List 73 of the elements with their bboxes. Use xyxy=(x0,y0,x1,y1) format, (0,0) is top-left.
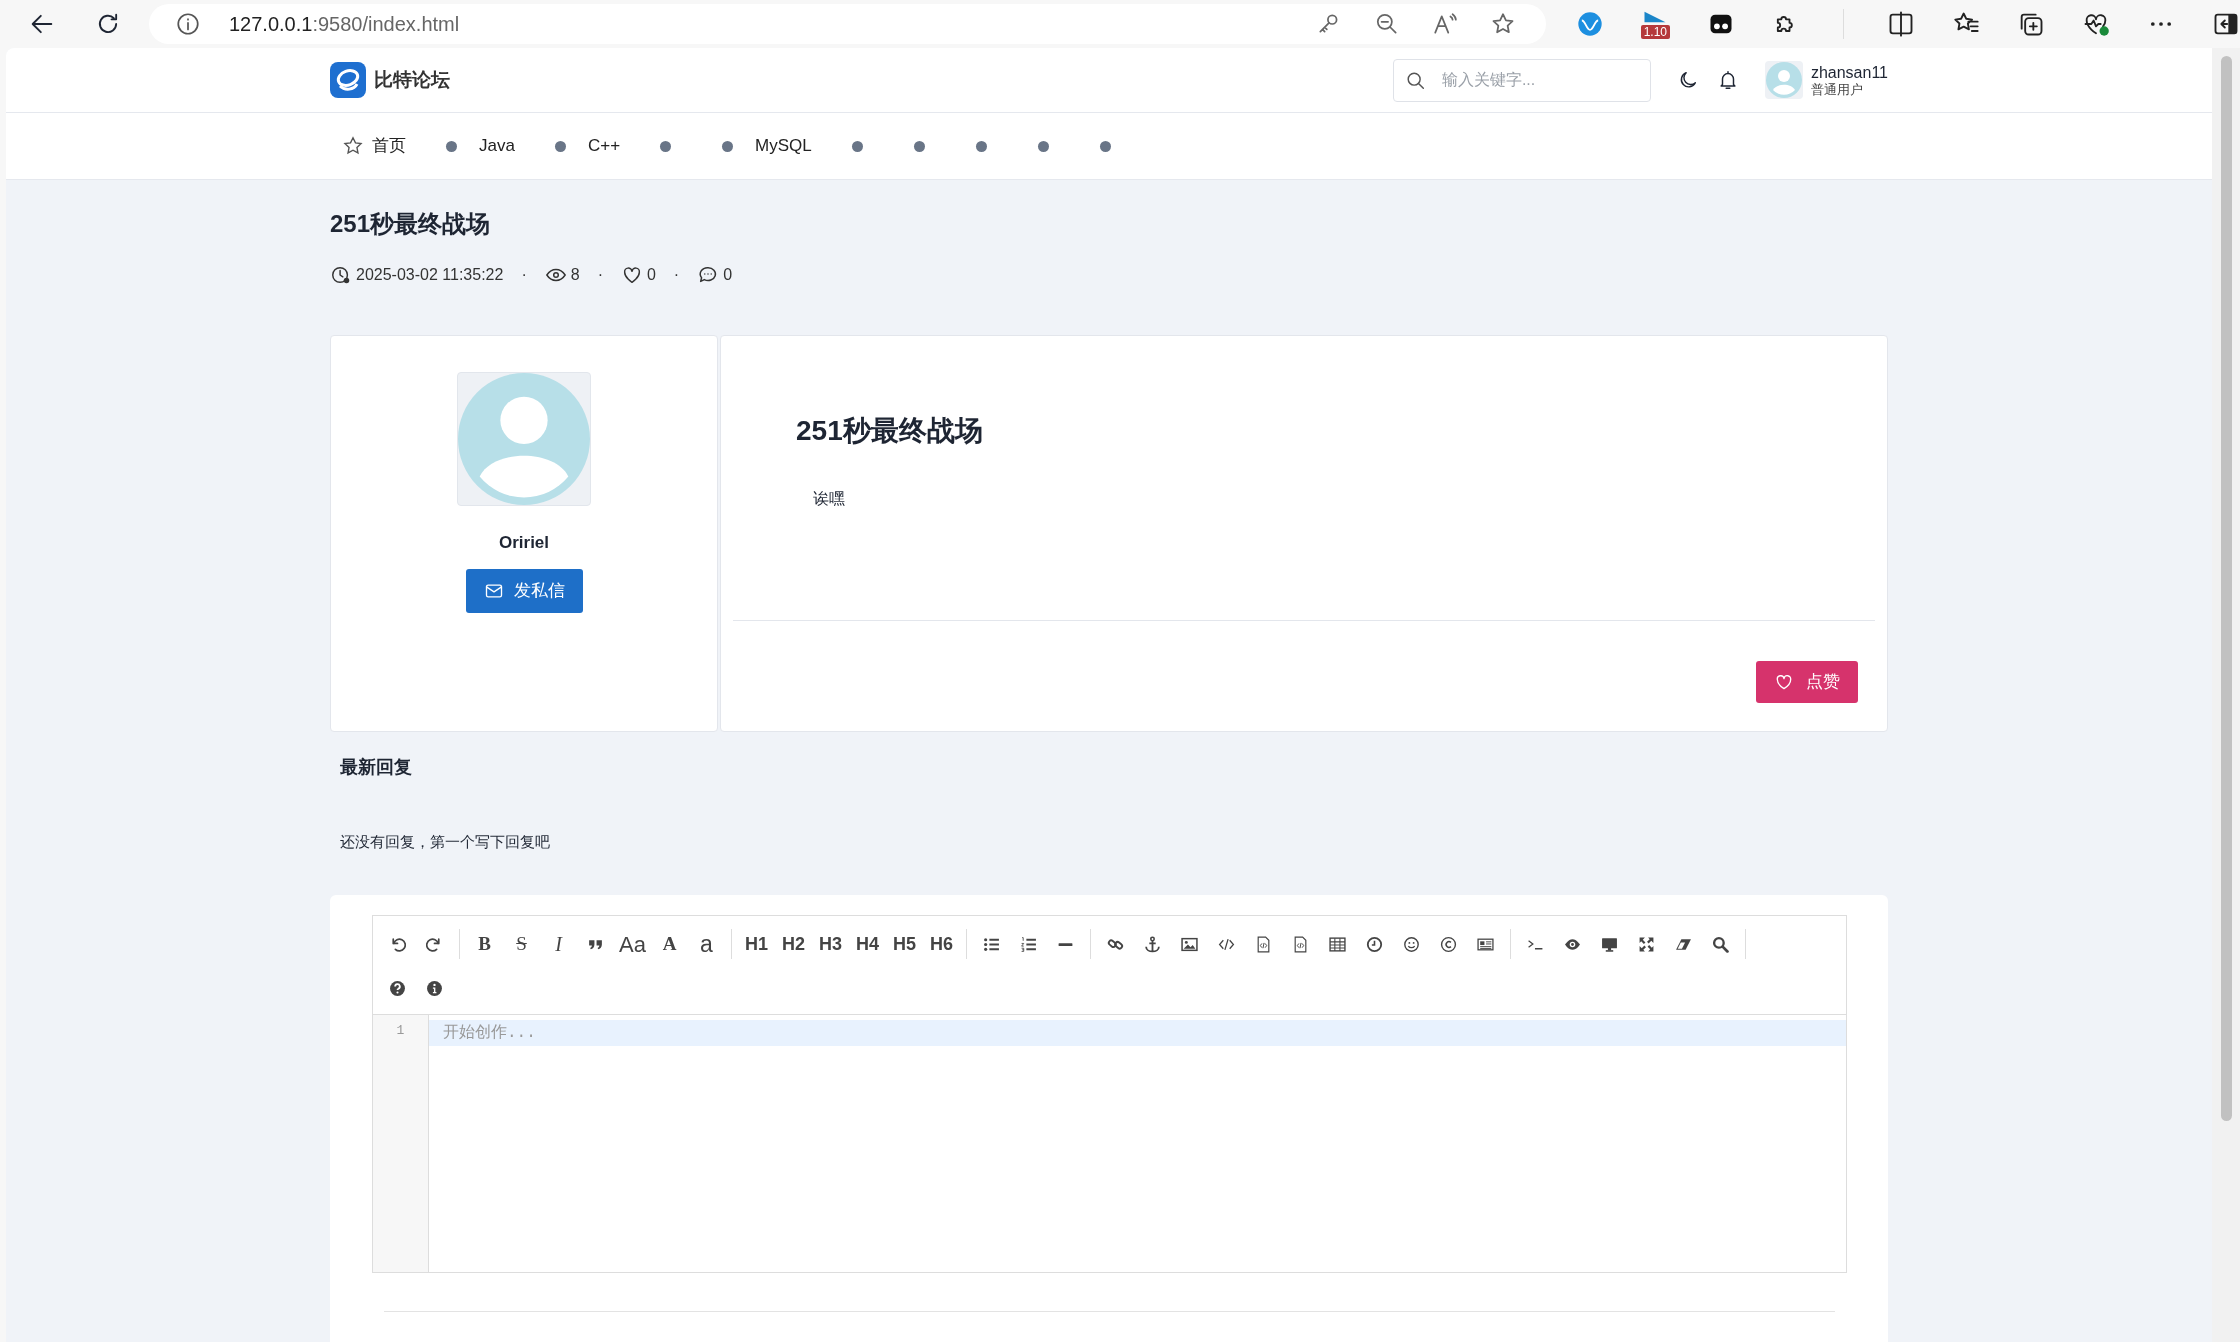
bullet-icon xyxy=(1037,140,1049,152)
toolbar-button[interactable]: H5 xyxy=(886,922,923,967)
bullet-icon xyxy=(660,140,672,152)
toolbar-button[interactable]: H3 xyxy=(812,922,849,967)
numbered-list-icon[interactable] xyxy=(1020,935,1037,953)
separator: · xyxy=(673,264,680,285)
toolbar-button[interactable]: H1 xyxy=(738,922,775,967)
message-button[interactable]: 发私信 xyxy=(465,569,583,613)
article-title: 251秒最终战场 xyxy=(796,413,984,448)
logo-icon[interactable] xyxy=(330,62,366,98)
clock-icon[interactable] xyxy=(1366,935,1383,953)
empty-replies-text: 还没有回复，第一个写下回复吧 xyxy=(340,831,551,852)
table-icon[interactable] xyxy=(1329,935,1346,953)
extension-circle-icon[interactable] xyxy=(1575,10,1604,38)
author-name[interactable]: Oririel xyxy=(498,529,550,556)
post-time: 2025-03-02 11:35:22 xyxy=(356,264,504,285)
anchor-icon[interactable] xyxy=(1144,935,1161,953)
monitor-icon[interactable] xyxy=(1601,935,1618,953)
toolbar-button[interactable]: I xyxy=(540,922,577,967)
read-aloud-icon[interactable] xyxy=(1431,11,1458,37)
section-heading: 最新回复 xyxy=(340,755,413,779)
smiley-icon[interactable] xyxy=(1403,935,1420,953)
info-icon[interactable] xyxy=(175,11,201,37)
help-icon[interactable] xyxy=(389,979,406,997)
bullet-icon xyxy=(851,140,863,152)
toolbar-button[interactable]: H4 xyxy=(849,922,886,967)
bullet-icon xyxy=(446,140,457,152)
code-file-icon[interactable] xyxy=(1255,935,1272,953)
copyright-icon[interactable] xyxy=(1440,935,1457,953)
bullet-icon xyxy=(554,140,566,152)
toolbar-button[interactable]: H2 xyxy=(775,922,812,967)
search-icon[interactable] xyxy=(1712,935,1729,953)
username[interactable]: zhansan11 xyxy=(1810,63,1888,82)
toolbar-button[interactable]: A xyxy=(651,922,688,967)
nav-link[interactable]: MySQL xyxy=(755,133,812,159)
search-field[interactable]: 输入关键字... xyxy=(1392,58,1651,102)
bullet-icon xyxy=(975,140,987,152)
like-count: 0 xyxy=(646,264,656,285)
bulleted-list-icon[interactable] xyxy=(983,935,1000,953)
like-button[interactable]: 点赞 xyxy=(1756,661,1858,703)
nav-link[interactable]: Java xyxy=(479,133,515,159)
post-title: 251秒最终战场 xyxy=(330,210,492,239)
separator: · xyxy=(521,264,527,285)
separator: · xyxy=(597,264,603,285)
code-file-icon[interactable] xyxy=(1292,935,1309,953)
nav-link[interactable]: 首页 xyxy=(372,133,406,159)
bullet-icon xyxy=(1099,140,1111,152)
reply-count: 0 xyxy=(723,264,733,285)
view-count: 8 xyxy=(570,264,580,285)
extension-badge: 1.10 xyxy=(1640,25,1670,39)
line-number: 1 xyxy=(395,1022,406,1041)
toolbar-button[interactable]: S xyxy=(503,922,540,967)
editor-input[interactable]: 开始创作... xyxy=(429,1020,1846,1047)
user-role: 普通用户 xyxy=(1810,81,1864,97)
toolbar-button[interactable]: a xyxy=(688,922,725,967)
undo-icon[interactable] xyxy=(389,935,406,953)
toolbar-button[interactable]: H6 xyxy=(923,922,960,967)
split-screen-icon[interactable] xyxy=(1887,10,1915,38)
scrollbar[interactable] xyxy=(2212,48,2240,1342)
bullet-icon xyxy=(722,140,734,152)
redo-icon[interactable] xyxy=(426,935,443,953)
expand-icon[interactable] xyxy=(1638,935,1655,953)
image-icon[interactable] xyxy=(1181,935,1198,953)
bullet-icon xyxy=(913,140,925,152)
article-text: 诶嘿 xyxy=(813,489,846,510)
star-icon[interactable] xyxy=(342,135,364,157)
scrollbar-thumb[interactable] xyxy=(2220,56,2232,1121)
avatar-icon xyxy=(458,371,590,506)
info-icon[interactable] xyxy=(426,979,443,997)
toolbar-button[interactable]: B xyxy=(466,922,503,967)
site-title[interactable]: 比特论坛 xyxy=(374,65,450,95)
nav-link[interactable]: C++ xyxy=(587,133,621,159)
toolbar-button[interactable]: Aa xyxy=(614,922,651,967)
